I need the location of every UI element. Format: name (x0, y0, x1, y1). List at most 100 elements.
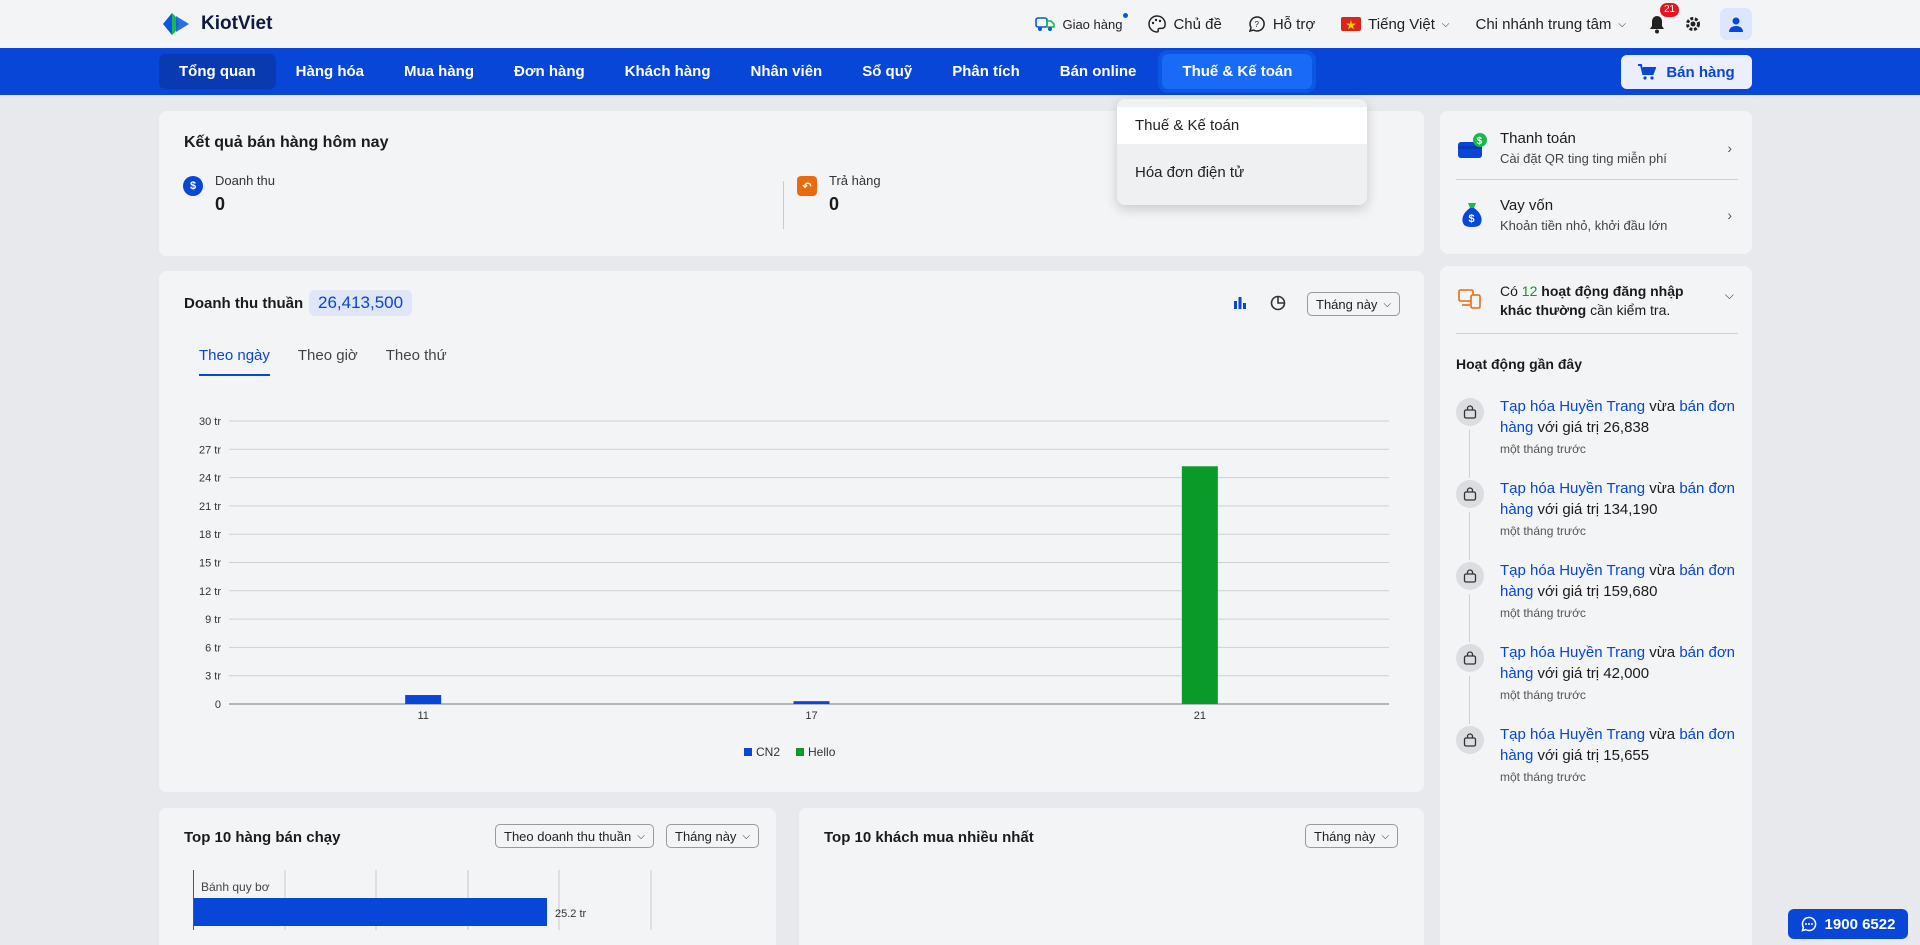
legend-item-hello[interactable]: Hello (796, 745, 835, 759)
tax-accounting-dropdown: Thuế & Kế toán Hóa đơn điện tử (1117, 99, 1367, 205)
tab-by-day[interactable]: Theo ngày (199, 347, 270, 376)
net-revenue-total: 26,413,500 (309, 290, 413, 316)
nav-item-employees[interactable]: Nhân viên (731, 54, 843, 89)
bar-cn2-11[interactable] (405, 695, 442, 704)
top-products-chart: Bánh quy bơ 25.2 tr (193, 870, 652, 930)
alert-prefix: Có (1500, 283, 1522, 299)
nav-item-online-sales[interactable]: Bán online (1040, 54, 1157, 89)
activity-amount: 159,680 (1603, 583, 1658, 600)
product-bar[interactable] (194, 898, 547, 926)
activity-amount: 15,655 (1603, 747, 1650, 764)
delivery-link[interactable]: Giao hàng (1035, 13, 1129, 33)
activity-item[interactable]: Tạp hóa Huyền Trang vừa bán đơn hàng với… (1456, 396, 1740, 478)
bar-chart-view-icon[interactable] (1231, 294, 1249, 312)
activity-time: một tháng trước (1500, 770, 1586, 784)
activity-text: Tạp hóa Huyền Trang vừa bán đơn hàng với… (1500, 642, 1740, 684)
kiotviet-logo-icon (163, 13, 189, 35)
activity-item[interactable]: Tạp hóa Huyền Trang vừa bán đơn hàng với… (1456, 642, 1740, 724)
nav-item-purchasing[interactable]: Mua hàng (384, 54, 494, 89)
nav-item-tax-accounting[interactable]: Thuế & Kế toán (1158, 50, 1317, 93)
y-tick-label: 30 tr (199, 416, 221, 428)
notification-button[interactable]: 21 (1648, 3, 1680, 34)
top-products-period-label: Tháng này (675, 828, 737, 844)
activity-store-link[interactable]: Tạp hóa Huyền Trang (1500, 480, 1645, 497)
chat-bubble-icon (1800, 916, 1816, 932)
activity-item[interactable]: Tạp hóa Huyền Trang vừa bán đơn hàng với… (1456, 478, 1738, 560)
sell-button-label: Bán hàng (1666, 63, 1735, 81)
kpi-divider (783, 181, 784, 229)
y-tick-label: 18 tr (199, 529, 221, 541)
user-icon (1729, 17, 1743, 32)
nav-item-customers[interactable]: Khách hàng (605, 54, 731, 89)
y-tick-label: 27 tr (199, 444, 221, 456)
activity-store-link[interactable]: Tạp hóa Huyền Trang (1500, 398, 1645, 415)
top-customers-period-select[interactable]: Tháng này ⌵ (1305, 824, 1399, 848)
alert-suffix: cần kiểm tra. (1586, 302, 1671, 318)
sell-button[interactable]: Bán hàng (1621, 55, 1752, 89)
timeline-connector (1469, 594, 1470, 642)
user-avatar-button[interactable] (1720, 8, 1752, 40)
loan-promo-title: Vay vốn (1500, 197, 1554, 214)
gear-icon (1686, 17, 1700, 31)
top-products-sort-label: Theo doanh thu thuần (504, 828, 632, 844)
brand-name: KiotViet (201, 13, 273, 34)
theme-link[interactable]: Chủ đề (1148, 15, 1222, 33)
activity-time: một tháng trước (1500, 606, 1586, 620)
svg-text:$: $ (1477, 136, 1483, 147)
hotline-button[interactable]: 1900 6522 (1788, 909, 1908, 939)
chevron-down-icon: ⌵ (1383, 298, 1392, 310)
menu-item-tax-accounting[interactable]: Thuế & Kế toán (1117, 107, 1367, 144)
support-label: Hỗ trợ (1272, 15, 1316, 33)
nav-item-analytics[interactable]: Phân tích (932, 54, 1040, 89)
nav-item-overview[interactable]: Tổng quan (159, 54, 276, 89)
activity-verb: vừa (1645, 562, 1680, 579)
y-tick-label: 12 tr (199, 586, 221, 598)
activity-item[interactable]: Tạp hóa Huyền Trang vừa bán đơn hàng với… (1456, 724, 1738, 794)
branch-select[interactable]: Chi nhánh trung tâm ⌵ (1475, 16, 1626, 33)
new-indicator-dot (1123, 13, 1129, 18)
top-products-period-select[interactable]: Tháng này ⌵ (666, 824, 760, 848)
bar-cn2-17[interactable] (793, 701, 830, 704)
x-tick-label: 21 (1194, 710, 1206, 721)
logo[interactable]: KiotViet (159, 10, 272, 38)
tab-by-weekday[interactable]: Theo thứ (386, 347, 447, 376)
recent-activity-title: Hoạt động gần đây (1456, 356, 1582, 372)
activity-time: một tháng trước (1500, 688, 1586, 702)
activity-store-link[interactable]: Tạp hóa Huyền Trang (1500, 562, 1645, 579)
return-arrow-icon: ↶ (797, 176, 817, 196)
net-revenue-card: Doanh thu thuần 26,413,500 Tháng này ⌵ T… (159, 271, 1424, 792)
support-link[interactable]: ? Hỗ trợ (1248, 15, 1315, 33)
chart-legend: CN2 Hello (744, 745, 835, 759)
returns-kpi: ↶ Trả hàng 0 (797, 173, 881, 215)
activity-item[interactable]: Tạp hóa Huyền Trang vừa bán đơn hàng với… (1456, 560, 1738, 642)
top-products-sort-select[interactable]: Theo doanh thu thuần ⌵ (495, 824, 654, 848)
revenue-period-select[interactable]: Tháng này ⌵ (1307, 292, 1401, 316)
cart-icon (1638, 64, 1657, 80)
loan-promo[interactable]: $ Vay vốn Khoản tiền nhỏ, khởi đầu lớn › (1456, 191, 1738, 239)
activity-store-link[interactable]: Tạp hóa Huyền Trang (1500, 644, 1645, 661)
top-customers-card: Top 10 khách mua nhiều nhất Tháng này ⌵ (799, 808, 1424, 945)
nav-item-cashbook[interactable]: Sổ quỹ (842, 54, 932, 89)
pie-chart-view-icon[interactable] (1269, 294, 1287, 312)
chevron-down-icon[interactable]: ⌵ (1725, 288, 1734, 303)
nav-item-orders[interactable]: Đơn hàng (494, 54, 605, 89)
activity-verb: vừa (1645, 726, 1680, 743)
activity-text: Tạp hóa Huyền Trang vừa bán đơn hàng với… (1500, 396, 1740, 438)
activity-time: một tháng trước (1500, 442, 1586, 456)
login-alert[interactable]: Có 12 hoạt động đăng nhập khác thường cầ… (1456, 282, 1738, 318)
nav-item-products[interactable]: Hàng hóa (276, 54, 384, 89)
bar-hello-21[interactable] (1181, 466, 1218, 704)
payment-promo[interactable]: $ Thanh toán Cài đặt QR ting ting miễn p… (1456, 124, 1738, 172)
settings-button[interactable] (1684, 15, 1702, 33)
revenue-kpi: $ Doanh thu 0 (183, 173, 275, 215)
returns-value: 0 (829, 194, 840, 214)
language-select[interactable]: Tiếng Việt ⌵ (1341, 16, 1449, 33)
payment-promo-title: Thanh toán (1500, 130, 1576, 147)
legend-item-cn2[interactable]: CN2 (744, 745, 780, 759)
activity-store-link[interactable]: Tạp hóa Huyền Trang (1500, 726, 1645, 743)
y-tick-label: 0 (215, 699, 221, 711)
devices-alert-icon (1458, 289, 1481, 309)
menu-item-e-invoice[interactable]: Hóa đơn điện tử (1117, 154, 1367, 191)
tab-by-hour[interactable]: Theo giờ (298, 347, 358, 376)
activity-verb: vừa (1645, 644, 1680, 661)
